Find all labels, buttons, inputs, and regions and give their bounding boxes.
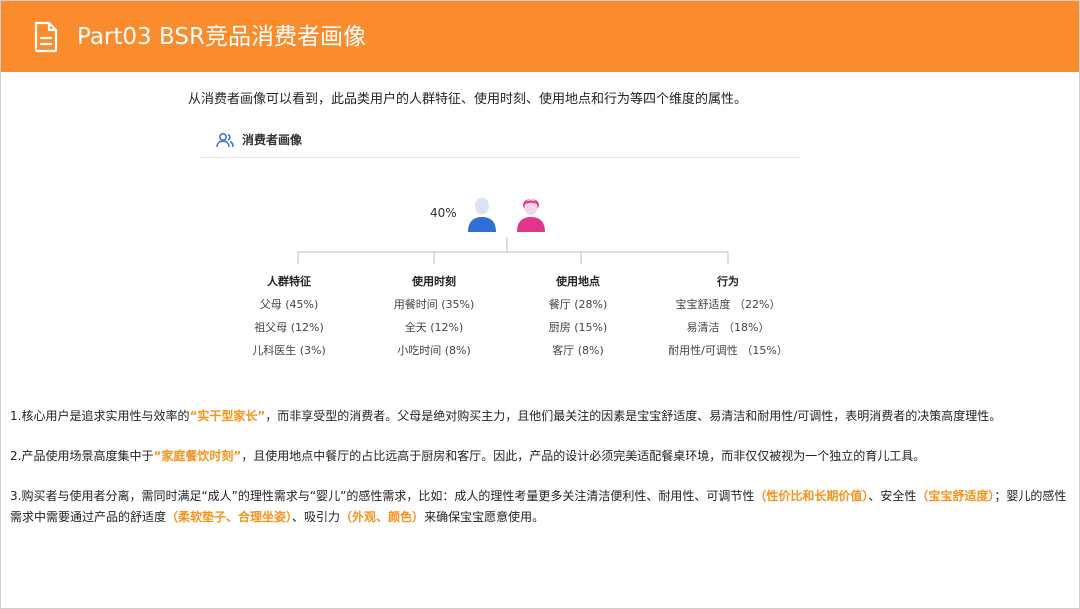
insight-highlight: “实干型家长” [189, 409, 266, 423]
insight-text: ，而非享受型的消费者。父母是绝对购买主力，且他们最关注的因素是宝宝舒适度、易清洁… [265, 409, 1002, 423]
document-icon [34, 21, 58, 53]
panel-header: 消费者画像 [216, 131, 302, 148]
panel-divider [200, 157, 800, 158]
column-item: 宝宝舒适度 （22%） [675, 298, 781, 311]
page-title: Part03 BSR竞品消费者画像 [77, 24, 366, 50]
column-heading: 行为 [717, 275, 739, 288]
column-behavior: 行为 宝宝舒适度 （22%） 易清洁 （18%） 耐用性/可调性 （15%） [648, 274, 808, 359]
insight-highlight: （外观、颜色） [340, 510, 425, 524]
column-item: 儿科医生 (3%) [252, 344, 326, 357]
male-percentage: 40% [430, 206, 457, 220]
column-item: 小吃时间 (8%) [397, 344, 471, 357]
insight-paragraph-2: 2.产品使用场景高度集中于“家庭餐饮时刻”，且使用地点中餐厅的占比远高于厨房和客… [10, 446, 1070, 467]
insight-text: 1.核心用户是追求实用性与效率的 [10, 409, 190, 423]
users-icon [216, 132, 234, 147]
column-usage-time: 使用时刻 用餐时间 (35%) 全天 (12%) 小吃时间 (8%) [364, 274, 504, 359]
column-demographics: 人群特征 父母 (45%) 祖父母 (12%) 儿科医生 (3%) [219, 274, 359, 359]
male-person-icon [468, 197, 496, 232]
insight-paragraph-3: 3.购买者与使用者分离，需同时满足“成人”的理性需求与“婴儿”的感性需求，比如：… [10, 486, 1070, 528]
column-item: 全天 (12%) [404, 321, 464, 334]
column-item: 餐厅 (28%) [548, 298, 608, 311]
insight-highlight: （柔软垫子、合理坐姿） [166, 510, 293, 524]
panel-title: 消费者画像 [242, 133, 303, 147]
intro-text: 从消费者画像可以看到，此品类用户的人群特征、使用时刻、使用地点和行为等四个维度的… [188, 92, 748, 107]
insight-text: 、吸引力 [292, 510, 341, 524]
column-item: 厨房 (15%) [548, 321, 608, 334]
column-item: 客厅 (8%) [552, 344, 604, 357]
column-item: 用餐时间 (35%) [393, 298, 475, 311]
insight-text: 、安全性 [868, 489, 917, 503]
column-item: 父母 (45%) [259, 298, 319, 311]
insight-text: ，且使用地点中餐厅的占比远高于厨房和客厅。因此，产品的设计必须完美适配餐桌环境，… [241, 449, 926, 463]
column-item: 易清洁 （18%） [686, 321, 770, 334]
insight-text: 3.购买者与使用者分离，需同时满足“成人”的理性需求与“婴儿”的感性需求，比如：… [10, 489, 755, 503]
column-usage-location: 使用地点 餐厅 (28%) 厨房 (15%) 客厅 (8%) [508, 274, 648, 359]
insight-text: 2.产品使用场景高度集中于 [10, 449, 154, 463]
column-item: 祖父母 (12%) [254, 321, 324, 334]
insight-highlight: “家庭餐饮时刻” [153, 449, 242, 463]
insight-paragraph-1: 1.核心用户是追求实用性与效率的“实干型家长”，而非享受型的消费者。父母是绝对购… [10, 406, 1070, 427]
column-heading: 人群特征 [267, 275, 311, 288]
column-heading: 使用地点 [556, 275, 600, 288]
female-person-icon [517, 199, 545, 232]
insight-text: 来确保宝宝愿意使用。 [424, 510, 545, 524]
column-item: 耐用性/可调性 （15%） [668, 344, 788, 357]
insight-highlight: （宝宝舒适度） [916, 489, 995, 503]
column-heading: 使用时刻 [412, 275, 456, 288]
insight-highlight: （性价比和长期价值） [754, 489, 869, 503]
header-bar: Part03 BSR竞品消费者画像 [1, 1, 1079, 72]
